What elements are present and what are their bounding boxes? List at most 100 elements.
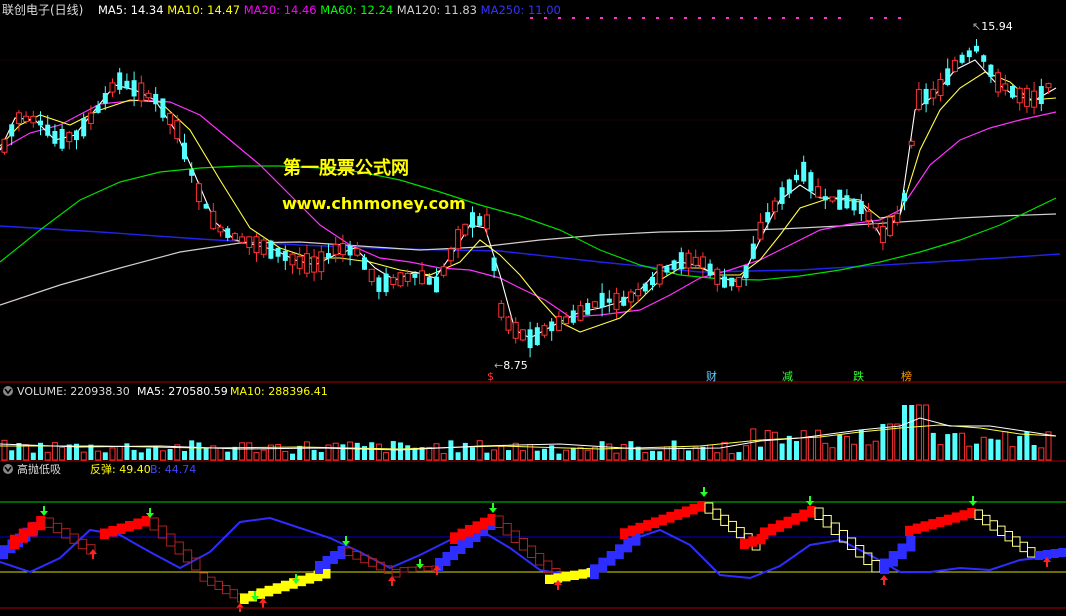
candle[interactable]	[117, 67, 123, 95]
candle[interactable]	[692, 249, 699, 268]
volume-collapse-icon[interactable]	[3, 386, 13, 396]
candle[interactable]	[1002, 74, 1009, 96]
candle[interactable]	[390, 274, 397, 289]
candle[interactable]	[837, 189, 843, 210]
event-marker-drop[interactable]: 跌	[853, 369, 864, 383]
candle[interactable]	[289, 252, 296, 274]
volume-panel[interactable]: VOLUME: 220938.30 MA5: 270580.59 MA10: 2…	[0, 385, 1057, 461]
candle[interactable]	[844, 189, 850, 210]
candle[interactable]	[577, 300, 584, 322]
candle[interactable]	[887, 214, 894, 238]
candle[interactable]	[447, 246, 454, 268]
candle[interactable]	[786, 178, 792, 199]
candle[interactable]	[253, 233, 260, 262]
candle[interactable]	[66, 130, 73, 150]
candle[interactable]	[362, 254, 367, 270]
candle[interactable]	[627, 289, 634, 312]
candle[interactable]	[210, 202, 217, 231]
candle[interactable]	[606, 290, 612, 313]
candle[interactable]	[1038, 78, 1044, 112]
candle[interactable]	[246, 236, 253, 256]
candle[interactable]	[519, 328, 526, 342]
candle[interactable]	[743, 265, 749, 286]
candle[interactable]	[765, 203, 771, 230]
candle[interactable]	[757, 213, 764, 242]
candle[interactable]	[981, 54, 987, 68]
candle[interactable]	[858, 193, 864, 221]
candle[interactable]	[412, 272, 418, 286]
event-marker-reduce[interactable]: 减	[782, 370, 793, 383]
candle[interactable]	[879, 220, 886, 251]
candle[interactable]	[354, 241, 361, 257]
candle[interactable]	[729, 277, 735, 291]
candle[interactable]	[585, 298, 591, 315]
candle[interactable]	[102, 86, 108, 111]
candle[interactable]	[1016, 86, 1023, 111]
candle[interactable]	[217, 224, 224, 237]
candle[interactable]	[894, 205, 901, 226]
candle[interactable]	[470, 206, 475, 238]
candle[interactable]	[303, 244, 310, 278]
candle[interactable]	[275, 247, 281, 263]
candle[interactable]	[52, 124, 58, 147]
candle[interactable]	[260, 237, 267, 258]
candle[interactable]	[318, 245, 325, 280]
candle[interactable]	[38, 111, 43, 136]
candle[interactable]	[153, 87, 159, 112]
candle[interactable]	[664, 264, 670, 276]
candle[interactable]	[138, 75, 145, 108]
candle[interactable]	[311, 248, 318, 282]
candle[interactable]	[109, 78, 116, 98]
chart-canvas[interactable]: 联创电子(日线) MA5: 14.34 MA10: 14.47 MA20: 14…	[0, 0, 1066, 613]
event-marker-finance[interactable]: 财	[706, 369, 717, 383]
candle[interactable]	[477, 212, 483, 228]
price-panel[interactable]: 联创电子(日线) MA5: 14.34 MA10: 14.47 MA20: 14…	[0, 3, 1066, 383]
candle[interactable]	[815, 178, 822, 198]
event-marker-ranking[interactable]: 榜	[901, 369, 912, 383]
candle[interactable]	[995, 68, 1002, 98]
candle[interactable]	[570, 304, 576, 325]
candle[interactable]	[1045, 82, 1052, 95]
candle[interactable]	[822, 188, 828, 210]
event-marker-dividend[interactable]: $	[487, 370, 494, 383]
candle[interactable]	[707, 259, 713, 278]
candle[interactable]	[735, 276, 742, 292]
candle[interactable]	[915, 81, 922, 112]
candle[interactable]	[930, 81, 937, 106]
indicator-collapse-icon[interactable]	[3, 464, 13, 474]
candle[interactable]	[455, 225, 462, 259]
candle[interactable]	[621, 290, 627, 307]
candle[interactable]	[656, 264, 663, 288]
candle[interactable]	[974, 38, 979, 54]
candle[interactable]	[829, 196, 836, 203]
candle[interactable]	[368, 268, 375, 286]
candle[interactable]	[491, 256, 497, 279]
candle[interactable]	[383, 267, 389, 297]
indicator-panel[interactable]: 高抛低吸 反弹: 49.40 B: 44.74	[0, 462, 1066, 613]
candle[interactable]	[462, 223, 469, 238]
candle[interactable]	[440, 263, 447, 278]
candle[interactable]	[23, 111, 30, 124]
candle[interactable]	[505, 315, 512, 335]
candle[interactable]	[182, 133, 187, 162]
candle[interactable]	[231, 231, 238, 241]
candle[interactable]	[945, 58, 951, 87]
candle[interactable]	[1023, 84, 1030, 113]
candle[interactable]	[599, 283, 605, 317]
candle[interactable]	[1031, 82, 1038, 115]
candle[interactable]	[74, 129, 79, 150]
candle[interactable]	[145, 90, 152, 102]
candle[interactable]	[167, 112, 174, 135]
candle[interactable]	[1010, 85, 1015, 99]
candlesticks[interactable]	[1, 38, 1052, 358]
candle[interactable]	[714, 267, 721, 292]
candle[interactable]	[549, 318, 555, 341]
candle[interactable]	[808, 169, 814, 199]
candle[interactable]	[671, 259, 677, 274]
candle[interactable]	[699, 252, 706, 277]
candle[interactable]	[296, 247, 303, 276]
candle[interactable]	[332, 236, 339, 263]
candle[interactable]	[225, 225, 231, 241]
candle[interactable]	[195, 181, 202, 210]
candle[interactable]	[512, 317, 519, 344]
